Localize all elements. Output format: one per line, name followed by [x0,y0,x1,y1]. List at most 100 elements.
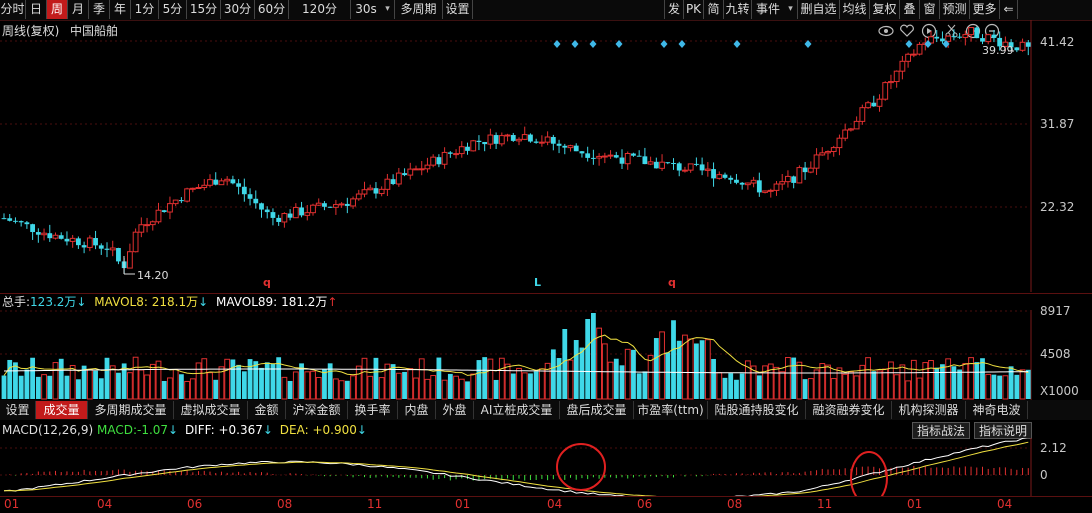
x-axis-label: 04 [997,497,1013,511]
x-axis-label: 11 [817,497,833,511]
tab-amount[interactable]: 金额 [248,401,286,419]
period-60min[interactable]: 60分 [255,0,289,19]
indicator-tabs: 设置 成交量 多周期成交量 虚拟成交量 金额 沪深金额 换手率 内盘 外盘 AI… [0,400,1092,420]
adjust-price-button[interactable]: 复权 [870,0,900,19]
dea-value: +0.900 [312,423,357,437]
x-axis-label: 04 [547,497,563,511]
volume-chart[interactable] [0,310,1092,400]
forecast-button[interactable]: 预测 [940,0,970,19]
macd-legend: MACD(12,26,9) MACD:-1.07↓ DIFF: +0.367↓ … [2,423,367,437]
window-button[interactable]: 窗 [920,0,940,19]
x-axis-label: 01 [907,497,923,511]
x-axis-label: 01 [455,497,471,511]
x-axis-label: 11 [367,497,383,511]
settings-button[interactable]: 设置 [443,0,473,19]
pk-button[interactable]: PK [684,0,704,19]
period-day[interactable]: 日 [26,0,47,19]
signal-marker: q [668,276,676,289]
period-fenshi[interactable]: 分时 [0,0,26,19]
volume-total-value: 123.2万 [30,295,77,309]
tab-virtual-volume[interactable]: 虚拟成交量 [174,401,248,419]
down-arrow-icon: ↓ [168,423,179,437]
more-button[interactable]: 更多 [970,0,1000,19]
simple-button[interactable]: 简 [704,0,724,19]
tab-turnover[interactable]: 换手率 [348,401,398,419]
x-axis-label: 06 [187,497,203,511]
publish-button[interactable]: 发 [664,0,684,19]
tab-pe-ttm[interactable]: 市盈率(ttm) [634,401,708,419]
kline-chart[interactable] [0,20,1092,292]
tab-margin-change[interactable]: 融资融券变化 [806,401,892,419]
macd-label: MACD: [96,423,137,437]
mavol89-value: 181.2万 [281,295,328,309]
period-30min[interactable]: 30分 [221,0,255,19]
indicator-strategy-button[interactable]: 指标战法 [912,422,970,439]
period-quarter[interactable]: 季 [89,0,110,19]
remove-watchlist-button[interactable]: 删自选 [798,0,840,19]
high-price-marker: 39.99 [982,44,1014,57]
macd-chart[interactable] [0,438,1092,496]
volume-legend: 总手:123.2万↓ MAVOL8: 218.1万↓ MAVOL89: 181.… [2,293,337,310]
period-1min[interactable]: 1分 [131,0,159,19]
dea-label: DEA: [279,423,309,437]
divider [0,496,1092,497]
period-month[interactable]: 月 [68,0,89,19]
volume-tick-mid: 4508 [1040,347,1071,361]
price-tick-high: 41.42 [1040,35,1075,49]
period-30s[interactable]: 30s [351,0,381,19]
macd-value: -1.07 [136,423,169,437]
signal-marker: L [534,276,542,289]
tab-northbound-holding[interactable]: 陆股通持股变化 [708,401,806,419]
macd-title: MACD(12,26,9) [2,423,94,437]
period-15min[interactable]: 15分 [187,0,221,19]
events-button[interactable]: 事件 [752,0,784,19]
jiuzhuan-button[interactable]: 九转 [724,0,752,19]
mavol89-label: MAVOL89: [215,295,278,309]
macd-tick-high: 2.12 [1040,441,1067,455]
tab-ai-volume[interactable]: AI立桩成交量 [474,401,560,419]
down-arrow-icon: ↓ [198,295,209,309]
down-arrow-icon: ↓ [76,295,87,309]
multi-period-button[interactable]: 多周期 [395,0,443,19]
up-arrow-icon: ↑ [327,295,338,309]
x-axis-label: 06 [637,497,653,511]
tab-outer-volume[interactable]: 外盘 [436,401,474,419]
down-arrow-icon: ↓ [356,423,367,437]
mavol8-value: 218.1万 [151,295,199,309]
volume-tick-high: 8917 [1040,304,1071,318]
tab-institution-detector[interactable]: 机构探测器 [892,401,966,419]
period-dropdown-icon[interactable]: ▾ [381,0,395,19]
tab-magic-wave[interactable]: 神奇电波 [966,401,1028,419]
volume-total-label: 总手: [2,295,31,309]
price-tick-low: 22.32 [1040,200,1075,214]
diff-label: DIFF: [184,423,215,437]
moving-average-button[interactable]: 均线 [840,0,870,19]
down-arrow-icon: ↓ [262,423,273,437]
period-5min[interactable]: 5分 [159,0,187,19]
period-120min[interactable]: 120分 [289,0,351,19]
macd-tick-zero: 0 [1040,468,1048,482]
volume-unit: X1000 [1040,384,1079,398]
tab-multi-period-volume[interactable]: 多周期成交量 [88,401,174,419]
events-dropdown-icon[interactable]: ▾ [784,0,798,19]
x-axis-label: 08 [727,497,743,511]
low-price-marker: 14.20 [137,269,169,282]
signal-marker: q [263,276,271,289]
tab-sh-sz-amount[interactable]: 沪深金额 [286,401,348,419]
period-year[interactable]: 年 [110,0,131,19]
indicator-help-button[interactable]: 指标说明 [974,422,1032,439]
tab-after-hours-volume[interactable]: 盘后成交量 [560,401,634,419]
tab-settings[interactable]: 设置 [0,401,36,419]
diff-value: +0.367 [218,423,263,437]
overlay-button[interactable]: 叠 [900,0,920,19]
period-week[interactable]: 周 [47,0,68,19]
x-axis-label: 08 [277,497,293,511]
x-axis-label: 04 [97,497,113,511]
period-toolbar: 分时 日 周 月 季 年 1分 5分 15分 30分 60分 120分 30s … [0,0,1092,21]
price-tick-mid: 31.87 [1040,117,1075,131]
tab-volume[interactable]: 成交量 [36,401,88,419]
x-axis-label: 01 [4,497,20,511]
tab-inner-volume[interactable]: 内盘 [398,401,436,419]
mavol8-label: MAVOL8: [94,295,148,309]
collapse-icon[interactable]: ⇐ [1000,0,1018,19]
